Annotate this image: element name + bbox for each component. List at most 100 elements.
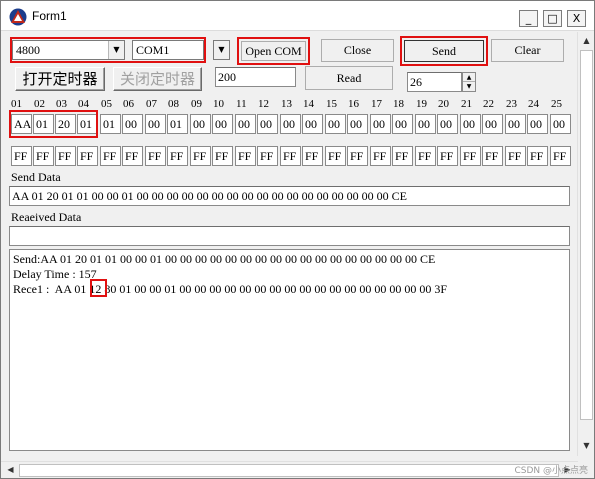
vertical-scrollbar[interactable]: ▲ ▼ [577, 32, 594, 456]
open-com-button[interactable]: Open COM [241, 41, 306, 61]
close-window-button[interactable]: X [567, 10, 586, 27]
byte-index: 12 [258, 98, 269, 110]
send-byte-cell[interactable]: 00 [122, 114, 143, 134]
byte-index: 05 [101, 98, 112, 110]
horizontal-scroll-thumb[interactable] [19, 464, 559, 477]
mask-byte-cell[interactable]: FF [257, 146, 278, 166]
send-button[interactable]: Send [404, 40, 484, 62]
send-byte-cell[interactable]: 01 [33, 114, 54, 134]
send-byte-cell[interactable]: 00 [280, 114, 301, 134]
byte-index: 13 [281, 98, 292, 110]
mask-byte-cell[interactable]: FF [392, 146, 413, 166]
clear-button[interactable]: Clear [491, 39, 564, 62]
mask-byte-cell[interactable]: FF [527, 146, 548, 166]
window-title: Form1 [32, 9, 67, 23]
send-byte-cell[interactable]: 01 [100, 114, 121, 134]
mask-byte-cell[interactable]: FF [122, 146, 143, 166]
send-byte-cell[interactable]: 00 [550, 114, 571, 134]
send-byte-cell[interactable]: 00 [302, 114, 323, 134]
mask-byte-cell[interactable]: FF [370, 146, 391, 166]
vertical-scroll-thumb[interactable] [580, 50, 593, 420]
mask-byte-cell[interactable]: FF [145, 146, 166, 166]
stop-timer-button[interactable]: 关闭定时器 [113, 67, 202, 91]
spin-up-icon[interactable]: ▲ [463, 73, 475, 82]
send-byte-cell[interactable]: 00 [212, 114, 233, 134]
spin-down-icon[interactable]: ▼ [463, 82, 475, 91]
send-byte-cell[interactable]: 00 [505, 114, 526, 134]
received-data-field[interactable] [9, 226, 570, 246]
send-byte-cell[interactable]: 00 [325, 114, 346, 134]
mask-byte-cell[interactable]: FF [437, 146, 458, 166]
chevron-down-icon[interactable]: ▼ [108, 41, 124, 59]
send-byte-cell[interactable]: AA [11, 114, 32, 134]
send-byte-cell[interactable]: 00 [347, 114, 368, 134]
read-button[interactable]: Read [305, 66, 393, 90]
mask-byte-cell[interactable]: FF [302, 146, 323, 166]
mask-byte-cell[interactable]: FF [11, 146, 32, 166]
send-byte-cell[interactable]: 00 [460, 114, 481, 134]
send-byte-cell[interactable]: 00 [190, 114, 211, 134]
send-byte-cell[interactable]: 00 [527, 114, 548, 134]
send-byte-cell[interactable]: 00 [235, 114, 256, 134]
send-byte-cell[interactable]: 00 [437, 114, 458, 134]
byte-index: 02 [34, 98, 45, 110]
mask-byte-cell[interactable]: FF [235, 146, 256, 166]
baud-rate-value: 4800 [16, 43, 40, 57]
chevron-down-icon[interactable]: ▼ [214, 41, 229, 59]
send-byte-cell[interactable]: 00 [415, 114, 436, 134]
com-port-dropdown[interactable]: ▼ [213, 40, 230, 60]
send-byte-cell[interactable]: 01 [167, 114, 188, 134]
mask-byte-cell[interactable]: FF [550, 146, 571, 166]
watermark-text: CSDN @小点点亮 [514, 466, 588, 476]
byte-index: 16 [348, 98, 359, 110]
send-byte-cell[interactable]: 00 [257, 114, 278, 134]
mask-byte-cell[interactable]: FF [482, 146, 503, 166]
scroll-down-icon[interactable]: ▼ [579, 441, 594, 450]
mask-byte-cell[interactable]: FF [280, 146, 301, 166]
mask-byte-cell[interactable]: FF [167, 146, 188, 166]
horizontal-scrollbar[interactable]: ◀ ▶ [1, 461, 578, 478]
mask-byte-cell[interactable]: FF [55, 146, 76, 166]
received-data-label: Reaeived Data [11, 210, 82, 224]
mask-byte-cell[interactable]: FF [212, 146, 233, 166]
byte-index: 07 [146, 98, 157, 110]
mask-byte-cell[interactable]: FF [190, 146, 211, 166]
log-receive-prefix: Rece1 : AA 01 [13, 282, 90, 296]
byte-index: 17 [371, 98, 382, 110]
mask-byte-cell[interactable]: FF [325, 146, 346, 166]
send-data-field[interactable]: AA 01 20 01 01 00 00 01 00 00 00 00 00 0… [9, 186, 570, 206]
send-byte-cell[interactable]: 20 [55, 114, 76, 134]
start-timer-button[interactable]: 打开定时器 [15, 67, 105, 91]
mask-byte-cell[interactable]: FF [415, 146, 436, 166]
mask-byte-cell[interactable]: FF [77, 146, 98, 166]
log-receive-suffix: 80 01 00 00 01 00 00 00 00 00 00 00 00 0… [101, 282, 448, 296]
log-textarea[interactable]: Send:AA 01 20 01 01 00 00 01 00 00 00 00… [9, 249, 570, 451]
send-byte-cell[interactable]: 00 [482, 114, 503, 134]
byte-count-spinner[interactable]: ▲ ▼ [462, 72, 476, 92]
byte-index: 11 [236, 98, 247, 110]
timer-interval-input[interactable]: 200 [215, 67, 296, 87]
send-byte-cell[interactable]: 00 [392, 114, 413, 134]
title-bar[interactable]: Form1 _ □ X [1, 1, 594, 31]
byte-count-input[interactable]: 26 [407, 72, 462, 92]
minimize-button[interactable]: _ [519, 10, 538, 27]
mask-byte-cell[interactable]: FF [347, 146, 368, 166]
byte-index: 22 [483, 98, 494, 110]
mask-byte-cell[interactable]: FF [505, 146, 526, 166]
send-byte-cell[interactable]: 00 [370, 114, 391, 134]
byte-index: 18 [393, 98, 404, 110]
byte-index: 14 [303, 98, 314, 110]
maximize-button[interactable]: □ [543, 10, 562, 27]
mask-byte-cell[interactable]: FF [100, 146, 121, 166]
mask-byte-cell[interactable]: FF [33, 146, 54, 166]
mask-byte-cell[interactable]: FF [460, 146, 481, 166]
send-byte-cell[interactable]: 01 [77, 114, 98, 134]
baud-rate-select[interactable]: 4800 ▼ [12, 40, 125, 60]
log-delay-line: Delay Time : 157 [13, 267, 97, 281]
scroll-left-icon[interactable]: ◀ [3, 465, 18, 474]
scroll-up-icon[interactable]: ▲ [579, 36, 594, 45]
close-com-button[interactable]: Close [321, 39, 394, 62]
byte-index: 04 [78, 98, 89, 110]
byte-index: 01 [11, 98, 22, 110]
send-byte-cell[interactable]: 00 [145, 114, 166, 134]
